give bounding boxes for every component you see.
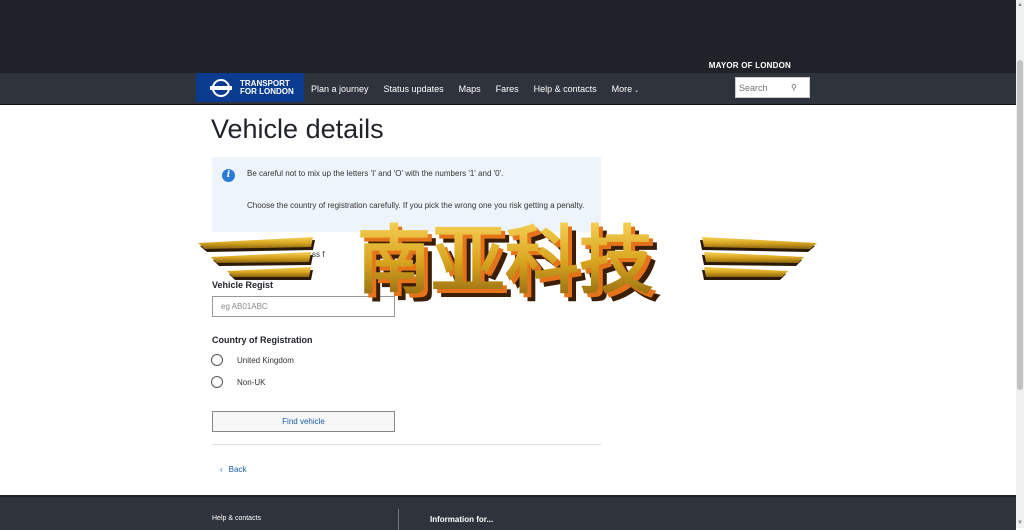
chevron-down-icon: ⌄ [634, 87, 640, 94]
back-link[interactable]: ‹ Back [220, 465, 246, 474]
nav-fares[interactable]: Fares [496, 84, 519, 94]
radio-non-uk[interactable]: Non-UK [211, 376, 265, 388]
top-banner: MAYOR OF LONDON [0, 0, 1016, 73]
radio-label-united-kingdom: United Kingdom [237, 355, 294, 365]
info-text-letters: Be careful not to mix up the letters 'I'… [247, 169, 504, 178]
mayor-of-london-logo[interactable]: MAYOR OF LONDON [709, 61, 791, 70]
watermark-overlay: 南亚科技 南亚科技 南亚科技 [198, 220, 817, 305]
search-input[interactable] [736, 82, 787, 93]
logo-text: TRANSPORT FOR LONDON [240, 78, 294, 96]
find-vehicle-button[interactable]: Find vehicle [212, 411, 395, 432]
search-box: ⚲ [735, 77, 810, 98]
info-icon: i [222, 169, 235, 182]
left-wing-icon [198, 237, 315, 280]
search-icon[interactable]: ⚲ [791, 83, 797, 92]
radio-united-kingdom[interactable]: United Kingdom [211, 354, 294, 366]
tfl-logo[interactable]: TRANSPORT FOR LONDON [196, 73, 304, 102]
page-title: Vehicle details [211, 114, 384, 144]
footer-information-for[interactable]: Information for... [430, 515, 493, 524]
roundel-icon [210, 78, 232, 97]
chevron-left-icon: ‹ [220, 465, 223, 474]
radio-label-non-uk: Non-UK [237, 377, 266, 387]
nav-more[interactable]: More ⌄ [612, 84, 640, 94]
scrollbar-thumb[interactable] [1017, 60, 1023, 390]
scroll-down-arrow-icon[interactable]: ▼ [1017, 520, 1023, 526]
overlay-text: 南亚科技 [357, 220, 653, 304]
radio-button[interactable] [211, 376, 223, 388]
footer-separator [398, 509, 399, 530]
scroll-up-arrow-icon[interactable]: ▲ [1017, 2, 1023, 8]
footer-help-contacts[interactable]: Help & contacts [212, 515, 261, 522]
nav-help-contacts[interactable]: Help & contacts [534, 84, 597, 94]
scrollbar[interactable]: ▲ ▼ [1016, 0, 1024, 528]
nav-maps[interactable]: Maps [459, 84, 481, 94]
radio-button[interactable] [211, 354, 223, 366]
country-of-registration-label: Country of Registration [212, 335, 313, 345]
nav-plan-a-journey[interactable]: Plan a journey [311, 84, 369, 94]
info-text-country: Choose the country of registration caref… [247, 201, 585, 210]
right-wing-icon [700, 237, 817, 280]
footer: Help & contacts Information for... [0, 495, 1016, 530]
nav-status-updates[interactable]: Status updates [384, 84, 444, 94]
main-nav: Plan a journey Status updates Maps Fares… [311, 73, 654, 104]
divider [212, 444, 601, 445]
